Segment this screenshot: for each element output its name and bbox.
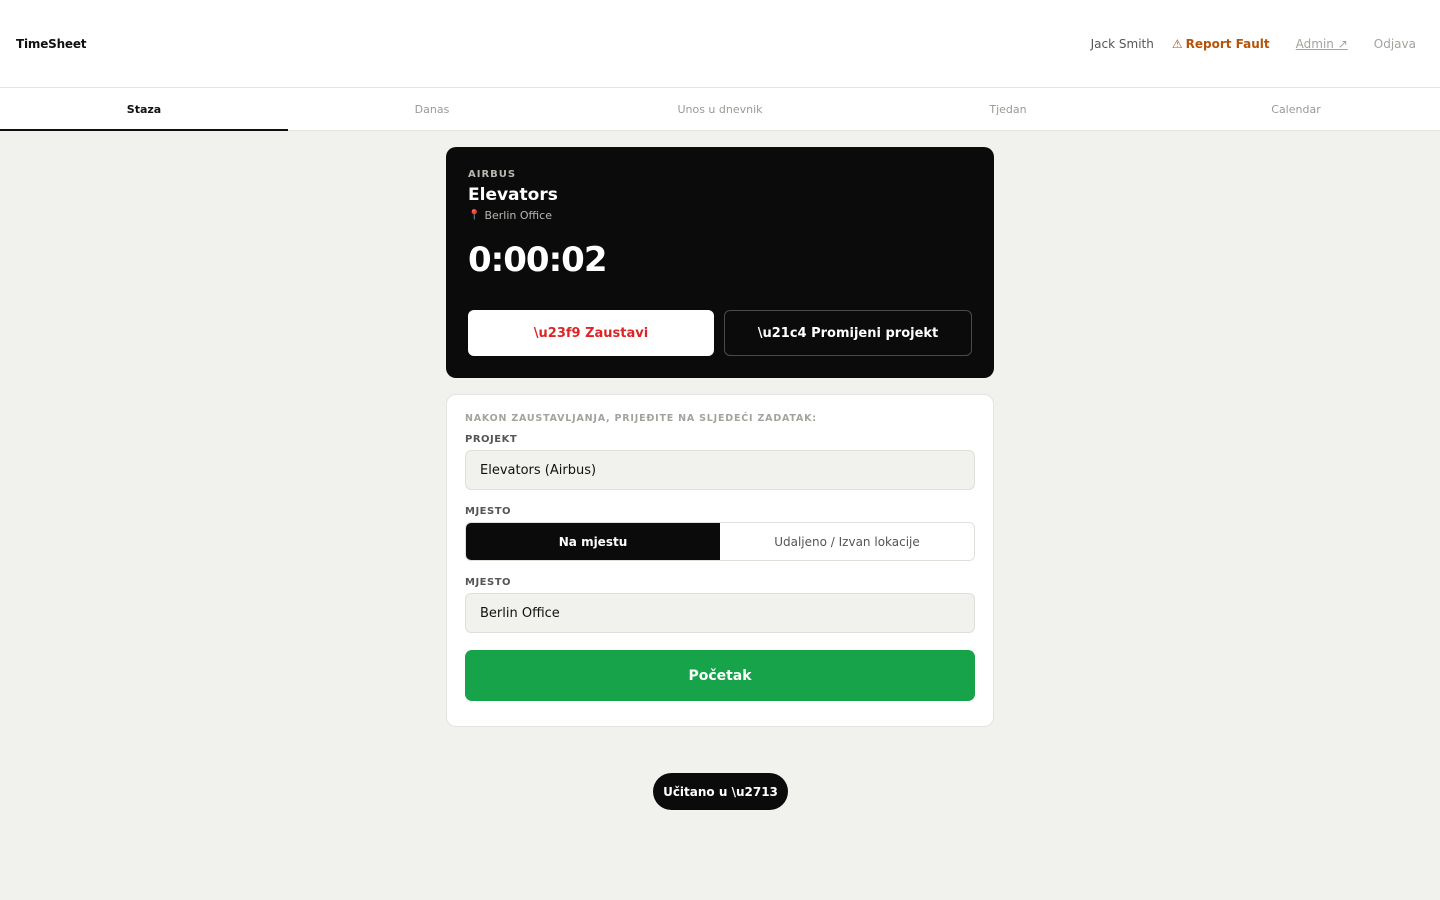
mode-option-on-site[interactable]: Na mjestu [466, 523, 720, 560]
work-mode-toggle: Na mjestu Udaljeno / Izvan lokacije [465, 522, 975, 561]
switch-project-button[interactable]: \u21c4 Promijeni projekt [724, 310, 972, 356]
tab-staza[interactable]: Staza [0, 88, 288, 131]
tab-tjedan[interactable]: Tjedan [864, 88, 1152, 130]
project-select[interactable]: Elevators (Airbus) [465, 450, 975, 490]
tab-danas[interactable]: Danas [288, 88, 576, 130]
header-actions: Jack Smith ⚠ Report Fault Admin ↗ Odjava [1091, 37, 1416, 51]
user-name: Jack Smith [1090, 36, 1154, 51]
tab-calendar[interactable]: Calendar [1152, 88, 1440, 130]
active-timer-card: AIRBUS Elevators 📍 Berlin Office 0:00:02… [446, 147, 994, 378]
brand-logo[interactable]: TimeSheet [16, 37, 87, 51]
project-title: Elevators [468, 185, 558, 205]
admin-link[interactable]: Admin ↗ [1296, 37, 1348, 51]
report-fault-label: Report Fault [1185, 36, 1270, 51]
report-fault-link[interactable]: ⚠ Report Fault [1172, 37, 1270, 51]
timer-actions: \u23f9 Zaustavi \u21c4 Promijeni projekt [468, 310, 972, 356]
location-pin-icon: 📍 [468, 210, 481, 221]
project-field-label: PROJEKT [465, 434, 518, 445]
timer-location-label: Berlin Office [484, 209, 552, 222]
main-tabs: Staza Danas Unos u dnevnik Tjedan Calend… [0, 88, 1440, 131]
tab-unos-u-dnevnik[interactable]: Unos u dnevnik [576, 88, 864, 130]
status-toast: Učitano u \u2713 [653, 773, 788, 810]
next-task-card: NAKON ZAUSTAVLJANJA, PRIJEĐITE NA SLJEDE… [446, 394, 994, 727]
mode-field-label: MJESTO [465, 506, 512, 517]
location-select[interactable]: Berlin Office [465, 593, 975, 633]
next-task-note: NAKON ZAUSTAVLJANJA, PRIJEĐITE NA SLJEDE… [465, 413, 817, 424]
stop-button[interactable]: \u23f9 Zaustavi [468, 310, 714, 356]
mode-option-remote[interactable]: Udaljeno / Izvan lokacije [720, 523, 974, 560]
client-name: AIRBUS [468, 169, 517, 180]
start-button[interactable]: Početak [465, 650, 975, 701]
app-header: TimeSheet Jack Smith ⚠ Report Fault Admi… [0, 0, 1440, 88]
warning-icon: ⚠ [1171, 36, 1183, 51]
timer-location: 📍 Berlin Office [468, 209, 972, 222]
logout-link[interactable]: Odjava [1374, 37, 1416, 51]
elapsed-time: 0:00:02 [468, 240, 607, 280]
location-field-label: MJESTO [465, 577, 512, 588]
